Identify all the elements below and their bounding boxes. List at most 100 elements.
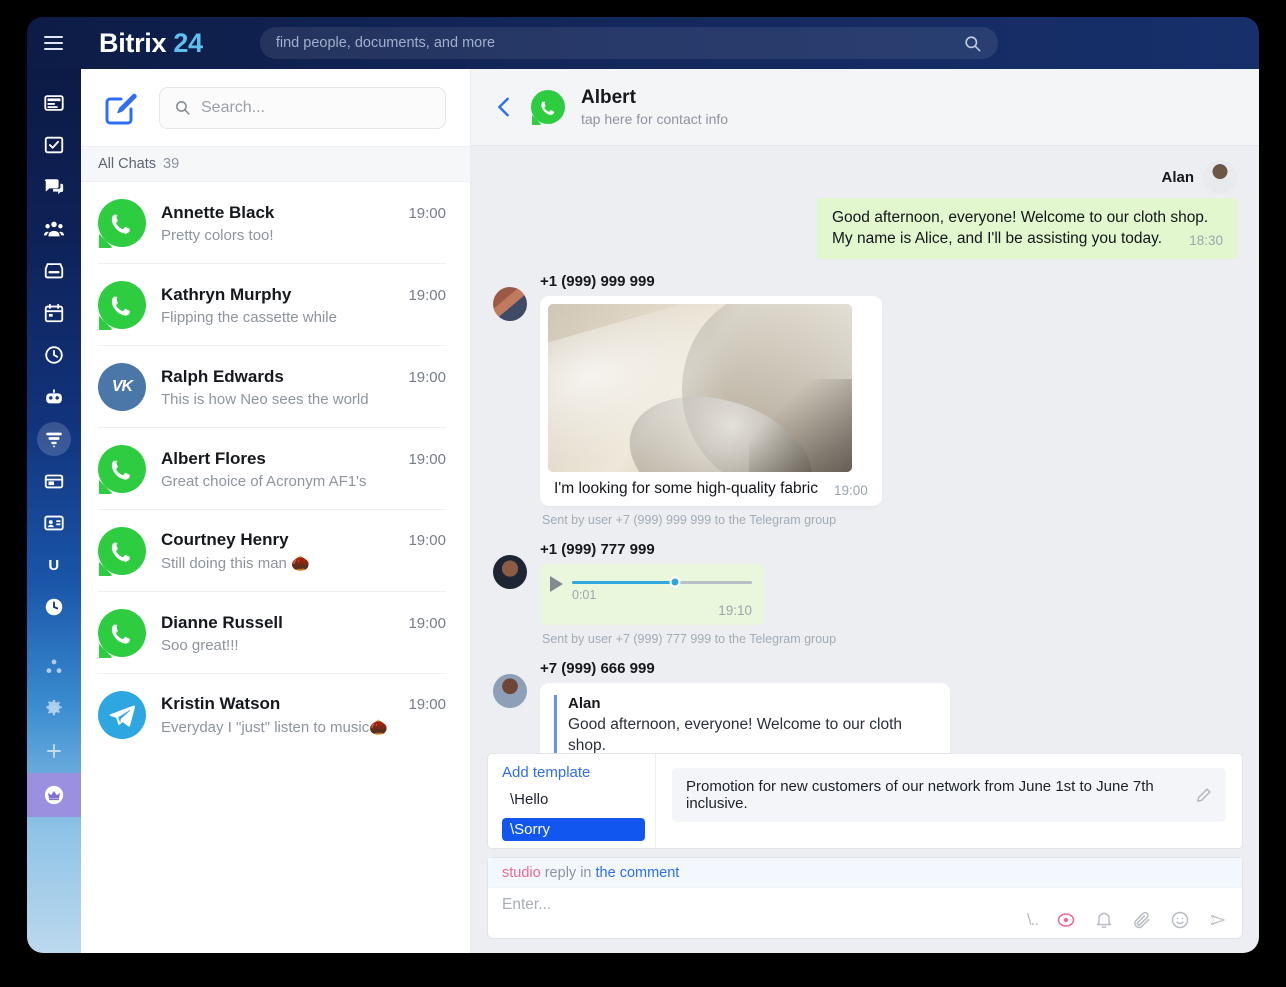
chat-item-preview: Great choice of Acronym AF1's <box>161 472 367 490</box>
whatsapp-icon <box>111 460 130 480</box>
chat-list-item[interactable]: Kristin Watson 19:00 Everyday I "just" lis… <box>81 674 470 756</box>
avatar <box>1203 160 1237 194</box>
message-composer: studio reply in the comment Enter... \.. <box>487 857 1243 939</box>
chat-item-preview: Everyday I "just" listen to music🌰 <box>161 719 388 736</box>
vk-icon: VK <box>111 378 133 395</box>
chat-item-name: Annette Black <box>161 202 275 222</box>
global-search-bar[interactable] <box>259 27 998 59</box>
composer-mode-prefix: studio <box>502 865 541 881</box>
chat-filter-all-chats[interactable]: All Chats 39 <box>81 146 470 182</box>
attached-image[interactable] <box>548 303 852 472</box>
rail-item-premium[interactable] <box>27 773 81 817</box>
quoted-message[interactable]: Alan Good afternoon, everyone! Welcome t… <box>554 694 936 753</box>
rail-item-calendar[interactable] <box>34 293 74 333</box>
chat-list-item[interactable]: Dianne Russell 19:00 Soo great!!! <box>81 592 470 674</box>
rail-item-contacts[interactable] <box>34 503 74 543</box>
composer-mode-middle: reply in <box>540 865 596 881</box>
pencil-edit-icon[interactable] <box>1195 787 1212 804</box>
record-eye-icon[interactable] <box>1056 910 1076 930</box>
emoji-smiley-icon[interactable] <box>1170 910 1190 930</box>
audio-message-column: +1 (999) 777 999 0:01 19:10 Sent by user… <box>540 541 836 646</box>
message-list: Alan Good afternoon, everyone! Welcome t… <box>471 146 1259 753</box>
rail-item-chat[interactable] <box>34 167 74 207</box>
back-button[interactable] <box>493 94 515 120</box>
template-item-hello[interactable]: \Hello <box>502 788 645 811</box>
template-preview-text: Promotion for new customers of our netwo… <box>686 778 1154 812</box>
composer-mode-link[interactable]: the comment <box>596 865 680 881</box>
paperclip-icon[interactable] <box>1132 910 1152 930</box>
funnel-icon <box>46 432 62 448</box>
message-incoming-reply: +7 (999) 666 999 Alan Good afternoon, ev… <box>493 660 1237 753</box>
audio-progress-bar[interactable] <box>572 576 752 588</box>
rail-item-bots[interactable] <box>34 377 74 417</box>
chat-list-item[interactable]: Albert Flores 19:00 Great choice of Acrony… <box>81 428 470 510</box>
chat-item-preview: Flipping the cassette while <box>161 308 337 326</box>
chat-filter-label: All Chats <box>98 156 157 172</box>
chat-item-preview: Pretty colors too! <box>161 226 274 244</box>
bell-icon[interactable] <box>1094 910 1114 930</box>
compose-pencil-icon <box>105 93 137 124</box>
chat-channel-avatar: VK <box>98 363 146 411</box>
message-incoming-photo: +1 (999) 999 999 I'm looking for some hi… <box>493 273 1237 527</box>
rail-item-add[interactable] <box>34 731 74 771</box>
plus-icon <box>47 744 61 758</box>
add-template-link[interactable]: Add template <box>502 764 645 781</box>
conversation-title-block: Albert tap here for contact info <box>581 87 728 127</box>
send-arrow-icon[interactable] <box>1208 910 1228 930</box>
people-group-icon <box>43 221 65 237</box>
tasks-check-icon <box>44 136 64 154</box>
chat-item-preview: Still doing this man 🌰 <box>161 555 310 572</box>
rail-item-time[interactable] <box>34 335 74 375</box>
rail-item-crm-funnel[interactable] <box>34 419 74 459</box>
whatsapp-icon <box>111 214 130 234</box>
chat-item-time: 19:00 <box>408 204 446 222</box>
global-search-input[interactable] <box>275 35 963 51</box>
outgoing-time: 18:30 <box>1189 232 1223 248</box>
chat-list-items: Annette Black 19:00 Pretty colors too! Kath… <box>81 182 470 953</box>
conversation-panel: Albert tap here for contact info Alan Go… <box>471 69 1259 953</box>
chat-search-field[interactable] <box>159 86 446 129</box>
rail-item-drive[interactable] <box>34 251 74 291</box>
search-icon <box>176 101 190 115</box>
rail-item-market[interactable]: U <box>34 545 74 585</box>
message-incoming-audio: +1 (999) 777 999 0:01 19:10 Sent by user… <box>493 541 1237 646</box>
whatsapp-icon <box>111 542 130 562</box>
app-body: U Search... All Chats 39 Annette Black 1… <box>27 69 1259 953</box>
rail-item-sites[interactable] <box>34 461 74 501</box>
calendar-icon <box>44 303 64 323</box>
rail-item-tasks[interactable] <box>34 125 74 165</box>
chat-list-item[interactable]: VK Ralph Edwards 19:00 This is how Neo sees… <box>81 346 470 428</box>
chat-item-name: Dianne Russell <box>161 612 283 632</box>
photo-message-column: +1 (999) 999 999 I'm looking for some hi… <box>540 273 882 527</box>
chat-item-meta: Ralph Edwards 19:00 This is how Neo sees t… <box>161 367 446 408</box>
audio-sender-name: +1 (999) 777 999 <box>540 540 655 558</box>
chat-search-input[interactable] <box>201 98 431 117</box>
rail-item-timeman[interactable] <box>34 587 74 627</box>
compose-new-chat-button[interactable] <box>99 86 143 130</box>
audio-controls: 0:01 <box>550 573 752 602</box>
play-triangle-icon[interactable] <box>550 575 563 592</box>
chat-list-item[interactable]: Kathryn Murphy 19:00 Flipping the cassette… <box>81 264 470 346</box>
folder-icon <box>44 474 64 489</box>
whatsapp-icon <box>111 624 130 644</box>
rail-item-automation[interactable] <box>34 647 74 687</box>
rail-item-settings[interactable] <box>34 689 74 729</box>
chat-list-item[interactable]: Annette Black 19:00 Pretty colors too! <box>81 182 470 264</box>
gear-icon <box>46 699 62 716</box>
chat-item-preview: Soo great!!! <box>161 636 239 654</box>
hamburger-menu-icon[interactable] <box>27 17 79 69</box>
conversation-subtitle[interactable]: tap here for contact info <box>581 111 728 127</box>
chat-list-item[interactable]: Courtney Henry 19:00 Still doing this man … <box>81 510 470 592</box>
templates-panel: Add template \Hello \Sorry Promotion for… <box>487 753 1243 849</box>
rail-item-groups[interactable] <box>34 209 74 249</box>
brand-number: 24 <box>173 27 203 58</box>
chat-item-name: Kristin Watson <box>161 694 281 713</box>
outgoing-sender-row: Alan <box>1161 160 1237 194</box>
avatar <box>493 673 527 708</box>
template-item-sorry[interactable]: \Sorry <box>502 818 645 841</box>
chat-item-name: Albert Flores <box>161 448 266 468</box>
quoted-text: Good afternoon, everyone! Welcome to our… <box>568 715 903 753</box>
chat-channel-avatar <box>98 445 146 493</box>
rail-item-feed[interactable] <box>34 83 74 123</box>
slash-command-icon[interactable]: \.. <box>1027 910 1039 930</box>
